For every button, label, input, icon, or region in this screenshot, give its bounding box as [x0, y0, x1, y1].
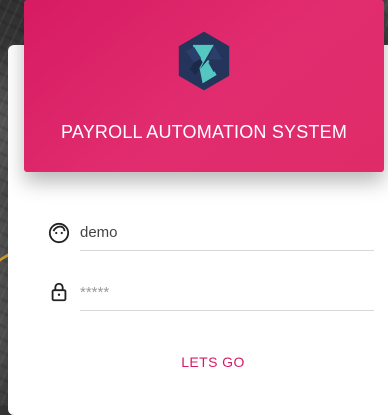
header-panel: PAYROLL AUTOMATION SYSTEM: [24, 0, 384, 172]
app-logo-icon: [169, 26, 239, 96]
username-field[interactable]: [80, 215, 374, 251]
password-field[interactable]: [80, 275, 374, 311]
submit-button[interactable]: LETS GO: [168, 350, 258, 374]
page-title: PAYROLL AUTOMATION SYSTEM: [60, 122, 348, 142]
username-input[interactable]: [80, 215, 374, 251]
password-input[interactable]: [80, 275, 374, 311]
